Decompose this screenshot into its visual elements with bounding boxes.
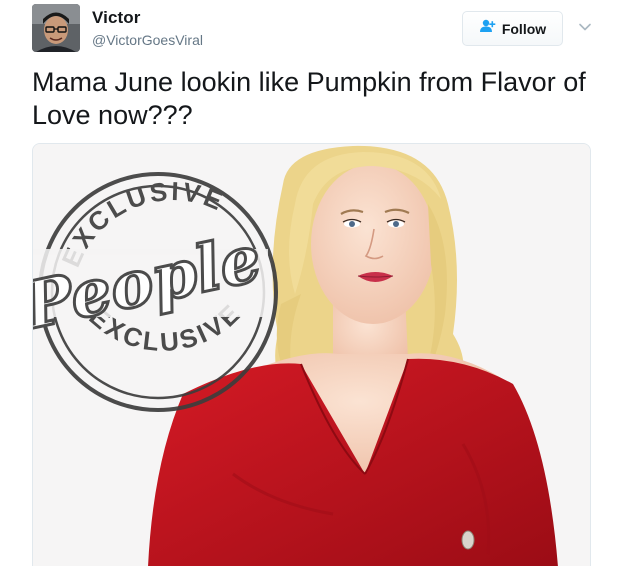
avatar-image xyxy=(32,4,80,52)
follow-label: Follow xyxy=(501,20,547,37)
add-user-icon xyxy=(479,19,496,38)
chevron-down-icon xyxy=(579,23,591,31)
tweet-photo[interactable]: EXCLUSIVE EXCLUSIVE People xyxy=(32,143,591,566)
display-name[interactable]: Victor xyxy=(92,8,140,28)
tweet-card: Victor @VictorGoesViral Follow Mama June… xyxy=(0,0,618,566)
photo-illustration: EXCLUSIVE EXCLUSIVE People xyxy=(33,144,590,566)
follow-button[interactable]: Follow xyxy=(462,11,563,46)
tweet-text: Mama June lookin like Pumpkin from Flavo… xyxy=(32,67,586,130)
more-options-button[interactable] xyxy=(578,20,592,34)
avatar[interactable] xyxy=(32,4,80,52)
user-handle[interactable]: @VictorGoesViral xyxy=(92,32,203,48)
